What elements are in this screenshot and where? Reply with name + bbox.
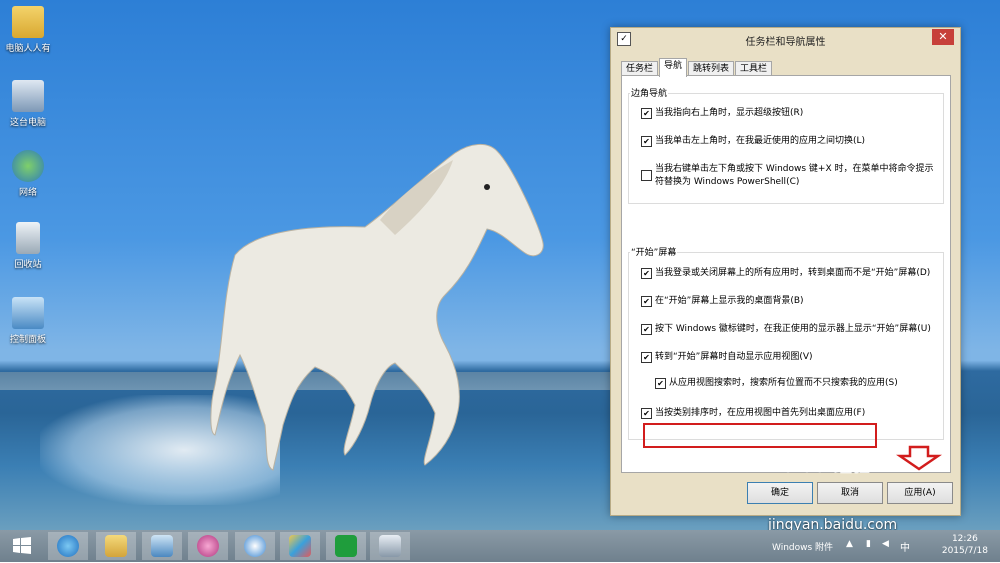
recycle-bin-icon: [16, 222, 40, 254]
network-icon[interactable]: ▮: [866, 539, 871, 549]
system-tray: Windows 附件 ▲ ▮ ◀ 中 12:26 2015/7/18: [770, 530, 1000, 562]
option-start-on-current-display[interactable]: ✔ 按下 Windows 徽标键时，在我正使用的显示器上显示“开始”屏幕(U): [641, 323, 941, 336]
sogou-icon: [244, 535, 266, 557]
dialog-titlebar[interactable]: ✓ 任务栏和导航属性 ✕: [611, 28, 960, 50]
taskbar-sogou[interactable]: [235, 532, 275, 560]
desktop-icon-recycle-bin[interactable]: 回收站: [0, 222, 56, 270]
taskbar-control-panel[interactable]: [142, 532, 182, 560]
option-show-desktop-background[interactable]: ✔ 在“开始”屏幕上显示我的桌面背景(B): [641, 295, 941, 308]
start-screen-label: “开始”屏幕: [630, 245, 678, 258]
desktop-icon-label: 这台电脑: [9, 118, 46, 128]
computer-icon: [12, 80, 44, 112]
desktop-icon-label: 回收站: [14, 260, 42, 270]
option-replace-powershell[interactable]: 当我右键单击左下角或按下 Windows 键+X 时，在菜单中将命令提示符替换为…: [641, 163, 939, 189]
close-button[interactable]: ✕: [932, 29, 954, 45]
white-horse-image: [210, 144, 544, 471]
taskbar-media-app[interactable]: [188, 532, 228, 560]
down-arrow-icon: [896, 445, 942, 471]
checkbox[interactable]: ✔: [641, 324, 652, 335]
checkbox[interactable]: ✔: [655, 378, 666, 389]
checkbox[interactable]: ✔: [641, 108, 652, 119]
checkbox[interactable]: ✔: [641, 136, 652, 147]
media-app-icon: [197, 535, 219, 557]
checkbox[interactable]: ✔: [641, 352, 652, 363]
taskbar-navigation-properties-dialog: ✓ 任务栏和导航属性 ✕ 任务栏 导航 跳转列表 工具栏 边角导航 ✔ 当我指向…: [610, 27, 961, 516]
option-show-apps-view[interactable]: ✔ 转到“开始”屏幕时自动显示应用视图(V): [641, 351, 941, 364]
folder-icon: [105, 535, 127, 557]
tab-navigation[interactable]: 导航: [659, 58, 688, 77]
network-globe-icon: [12, 150, 44, 182]
checkbox[interactable]: ✔: [641, 408, 652, 419]
clock[interactable]: 12:26 2015/7/18: [942, 533, 988, 557]
ok-button[interactable]: 确定: [747, 482, 813, 504]
taskbar-window-app[interactable]: [370, 532, 410, 560]
taskbar: Windows 附件 ▲ ▮ ◀ 中 12:26 2015/7/18: [0, 530, 1000, 562]
checkbox[interactable]: [641, 170, 652, 181]
tray-toolbar-label[interactable]: Windows 附件: [772, 540, 833, 553]
checkbox[interactable]: ✔: [641, 268, 652, 279]
desktop-icon-this-pc[interactable]: 这台电脑: [0, 80, 56, 128]
taskbar-file-explorer[interactable]: [96, 532, 136, 560]
desktop-icon-label: 电脑人人有: [5, 44, 51, 54]
volume-icon[interactable]: ◀: [882, 539, 889, 549]
clock-time: 12:26: [951, 534, 978, 544]
option-list-desktop-apps-first[interactable]: ✔ 当按类别排序时，在应用视图中首先列出桌面应用(F): [641, 407, 941, 420]
window-app-icon: [379, 535, 401, 557]
corner-navigation-label: 边角导航: [630, 86, 669, 99]
taskbar-internet-explorer[interactable]: [48, 532, 88, 560]
dialog-title: 任务栏和导航属性: [745, 37, 826, 48]
ime-indicator[interactable]: 中: [900, 539, 910, 554]
option-switch-recent-apps[interactable]: ✔ 当我单击左上角时，在我最近使用的应用之间切换(L): [641, 135, 941, 148]
folder-icon: [12, 6, 44, 38]
store-icon: [335, 535, 357, 557]
paint-icon: [289, 535, 311, 557]
taskbar-store[interactable]: [326, 532, 366, 560]
highlight-box: [643, 423, 877, 448]
show-hidden-icons-chevron-icon[interactable]: ▲: [846, 539, 853, 549]
option-search-everywhere[interactable]: ✔ 从应用视图搜索时，搜索所有位置而不只搜索我的应用(S): [655, 377, 941, 390]
start-button[interactable]: [2, 532, 42, 560]
baidu-watermark: Baidu 经验: [770, 456, 871, 477]
desktop-icon-label: 控制面板: [9, 335, 46, 345]
option-show-charms[interactable]: ✔ 当我指向右上角时，显示超级按钮(R): [641, 107, 941, 120]
tab-strip: 任务栏 导航 跳转列表 工具栏: [621, 58, 773, 77]
desktop-icon-network[interactable]: 网络: [0, 150, 56, 198]
option-go-to-desktop[interactable]: ✔ 当我登录或关闭屏幕上的所有应用时，转到桌面而不是“开始”屏幕(D): [641, 267, 941, 280]
cancel-button[interactable]: 取消: [817, 482, 883, 504]
navigation-tab-panel: 边角导航 ✔ 当我指向右上角时，显示超级按钮(R) ✔ 当我单击左上角时，在我最…: [621, 75, 951, 473]
desktop-icon-label: 网络: [18, 188, 37, 198]
windows-logo-icon: [13, 537, 31, 554]
apply-button[interactable]: 应用(A): [887, 482, 953, 504]
clock-date: 2015/7/18: [941, 546, 988, 556]
control-panel-icon: [12, 297, 44, 329]
desktop-icon-user-folder[interactable]: 电脑人人有: [0, 6, 56, 54]
internet-explorer-icon: [57, 535, 79, 557]
checkbox[interactable]: ✔: [641, 296, 652, 307]
desktop-icon-control-panel[interactable]: 控制面板: [0, 297, 56, 345]
taskbar-paint[interactable]: [280, 532, 320, 560]
control-panel-icon: [151, 535, 173, 557]
